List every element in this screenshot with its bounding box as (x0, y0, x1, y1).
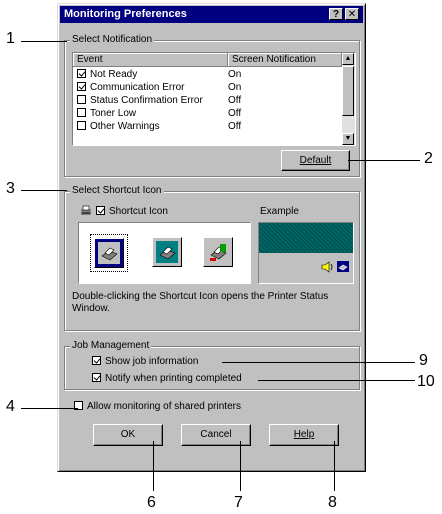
selected-icon-frame[interactable] (90, 234, 128, 272)
table-row[interactable]: Communication Error On (77, 81, 337, 94)
column-header-event[interactable]: Event (73, 53, 228, 67)
shortcut-icon-checkbox[interactable] (96, 206, 105, 215)
row-checkbox[interactable] (77, 95, 86, 104)
shortcut-icon-checkbox-row[interactable]: Shortcut Icon (96, 206, 168, 217)
show-job-information-label: Show job information (105, 356, 199, 367)
printer-icon-option-2[interactable] (152, 237, 182, 267)
shortcut-description: Double-clicking the Shortcut Icon opens … (72, 291, 329, 314)
row-checkbox[interactable] (77, 69, 86, 78)
tray-printer-icon (336, 260, 350, 276)
allow-shared-monitoring-label: Allow monitoring of shared printers (87, 401, 241, 412)
callout-2-line (348, 160, 420, 161)
callout-10: 10 (417, 373, 435, 390)
scroll-thumb[interactable] (342, 66, 354, 116)
callout-7-line (240, 441, 241, 491)
scroll-down-icon[interactable]: ▼ (342, 133, 354, 145)
allow-shared-monitoring-row[interactable]: Allow monitoring of shared printers (74, 401, 241, 412)
callout-6-line (153, 441, 154, 491)
table-row[interactable]: Toner Low Off (77, 107, 337, 120)
table-row[interactable]: Status Confirmation Error Off (77, 94, 337, 107)
screen-value: On (228, 82, 242, 93)
notify-completed-row[interactable]: Notify when printing completed (92, 373, 242, 384)
callout-9: 9 (419, 352, 428, 369)
event-name: Other Warnings (90, 121, 160, 132)
callout-10-line (258, 380, 415, 381)
callout-6: 6 (147, 494, 156, 511)
row-checkbox[interactable] (77, 121, 86, 130)
table-row[interactable]: Not Ready On (77, 68, 337, 81)
speaker-icon (321, 261, 335, 276)
event-name: Status Confirmation Error (90, 95, 203, 106)
example-label: Example (260, 206, 299, 217)
callout-4-line (21, 408, 78, 409)
example-preview (258, 222, 354, 284)
screen-value: Off (228, 95, 242, 106)
callout-4: 4 (6, 398, 15, 415)
show-job-information-checkbox[interactable] (92, 356, 101, 365)
callout-1: 1 (6, 30, 15, 47)
notify-completed-checkbox[interactable] (92, 373, 101, 382)
notification-rows: Not Ready On Communication Error On Status… (77, 68, 337, 133)
screen-value: Off (228, 121, 242, 132)
notify-completed-label: Notify when printing completed (105, 373, 242, 384)
column-header-screen-notification[interactable]: Screen Notification (228, 53, 342, 67)
callout-1-line (21, 41, 67, 42)
table-row[interactable]: Other Warnings Off (77, 120, 337, 133)
help-title-button[interactable]: ? (329, 8, 343, 20)
printer-icon-option-3[interactable] (203, 237, 233, 267)
callout-8: 8 (328, 494, 337, 511)
select-notification-label: Select Notification (70, 34, 155, 45)
example-desktop (259, 223, 353, 253)
callout-3-line (21, 190, 67, 191)
show-job-information-row[interactable]: Show job information (92, 356, 198, 367)
event-name: Not Ready (90, 69, 138, 80)
help-button[interactable]: Help (269, 424, 339, 446)
row-checkbox[interactable] (77, 108, 86, 117)
printer-icon-option-1[interactable] (94, 238, 124, 268)
window-title: Monitoring Preferences (64, 8, 187, 20)
event-name: Toner Low (90, 108, 137, 119)
default-button[interactable]: Default (281, 150, 350, 171)
job-management-label: Job Management (70, 340, 152, 351)
scroll-up-icon[interactable]: ▲ (342, 53, 354, 65)
vertical-scrollbar[interactable]: ▲ ▼ (342, 53, 355, 145)
callout-7: 7 (234, 494, 243, 511)
default-button-label: Default (299, 155, 332, 166)
event-name: Communication Error (90, 82, 185, 93)
title-bar: Monitoring Preferences ? ✕ (60, 6, 363, 23)
icon-picker[interactable] (78, 222, 251, 284)
row-checkbox[interactable] (77, 82, 86, 91)
close-title-button[interactable]: ✕ (345, 8, 359, 20)
shortcut-icon-checkbox-label: Shortcut Icon (109, 206, 168, 217)
callout-3: 3 (6, 180, 15, 197)
help-button-label: Help (293, 429, 315, 440)
callout-8-line (334, 441, 335, 491)
printer-small-icon (79, 205, 93, 220)
callout-9-line (222, 362, 415, 363)
screen-value: Off (228, 108, 242, 119)
select-shortcut-icon-label: Select Shortcut Icon (70, 185, 164, 196)
callout-2: 2 (424, 150, 433, 167)
screen-value: On (228, 69, 242, 80)
notification-listbox[interactable]: Event Screen Notification Not Ready On Co… (72, 52, 356, 146)
